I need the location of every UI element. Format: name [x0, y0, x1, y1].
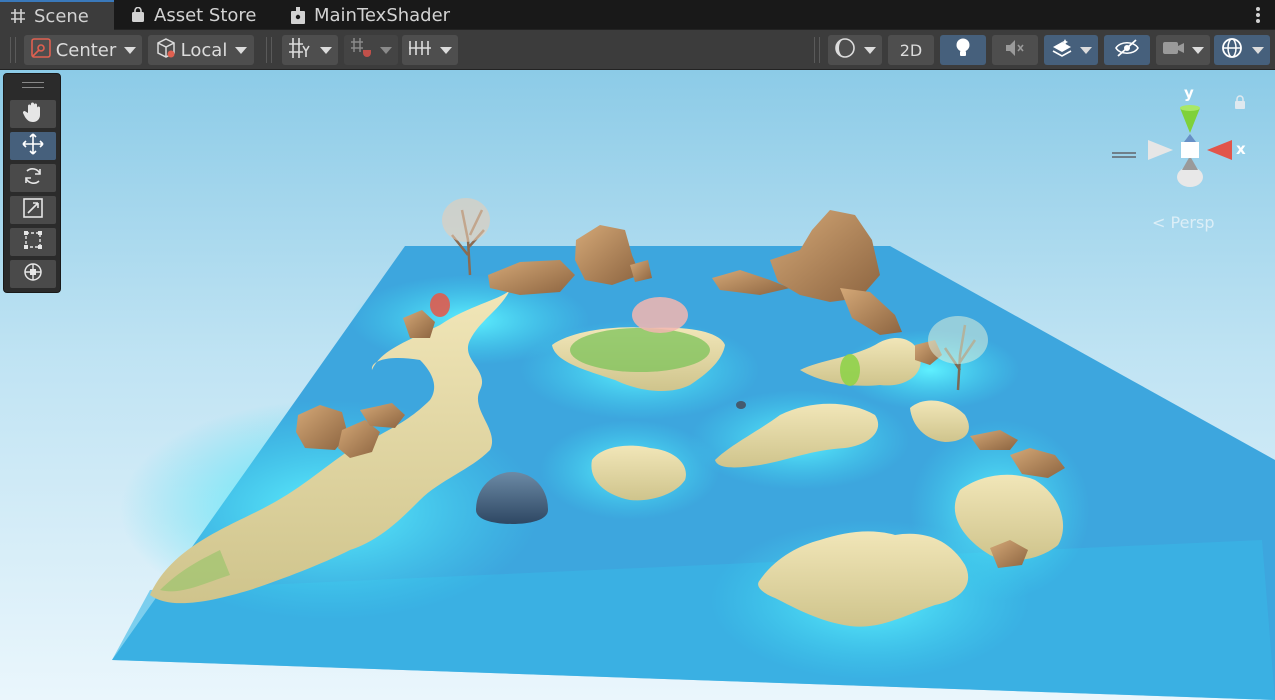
chevron-down-icon: [1192, 46, 1204, 54]
camera-icon: [1162, 38, 1186, 63]
grid-hash-icon: [10, 8, 26, 24]
audio-toggle-button[interactable]: [992, 35, 1038, 65]
toolbar-grip[interactable]: [10, 37, 16, 63]
lock-icon[interactable]: [1234, 94, 1246, 113]
pivot-mode-label: Center: [55, 39, 117, 61]
transform-combined-icon: [21, 260, 45, 288]
axis-x-cone: [1207, 140, 1232, 160]
tab-label: MainTexShader: [314, 4, 451, 26]
increment-snap-button[interactable]: [402, 35, 458, 65]
axis-y-label: y: [1184, 84, 1194, 102]
chevron-down-icon: [124, 46, 137, 54]
chevron-down-icon: [235, 46, 248, 54]
rect-tool-button[interactable]: [10, 228, 56, 256]
projection-label: Persp: [1170, 213, 1215, 232]
shader-graph-icon: [290, 7, 306, 24]
rect-transform-icon: [22, 229, 44, 255]
axis-neg-x-cone: [1148, 140, 1173, 160]
pivot-space-label: Local: [180, 39, 228, 61]
toolbar-grip[interactable]: [814, 37, 820, 63]
gizmo-center-cube: [1181, 142, 1199, 158]
scene-visibility-button[interactable]: [1104, 35, 1150, 65]
toolbar-grip[interactable]: [266, 37, 272, 63]
transform-tool-button[interactable]: [10, 260, 56, 288]
shopping-bag-icon: [130, 6, 146, 23]
scene-render[interactable]: [0, 70, 1275, 700]
pivot-mode-dropdown[interactable]: Center: [24, 35, 142, 65]
effects-dropdown[interactable]: [1044, 35, 1098, 65]
light-bulb-icon: [953, 37, 973, 64]
tree-left-canopy: [442, 198, 490, 242]
audio-mute-icon: [1004, 38, 1026, 63]
tab-scene[interactable]: Scene: [0, 0, 114, 30]
local-cube-icon: [155, 37, 177, 64]
toggle-2d-button[interactable]: 2D: [888, 35, 934, 65]
chevron-down-icon: [1080, 46, 1092, 54]
red-bush: [430, 293, 450, 317]
axis-y-cone: [1180, 108, 1200, 133]
grid-y-icon: [288, 37, 312, 64]
move-arrows-icon: [21, 132, 45, 160]
camera-projection-toggle[interactable]: < Persp: [1152, 213, 1215, 232]
blossom-tree: [632, 297, 688, 333]
pivot-center-icon: [30, 37, 52, 64]
two-d-label: 2D: [899, 40, 923, 60]
window-tab-bar: Scene Asset Store MainTexShader: [0, 0, 1275, 30]
chevron-down-icon: [380, 46, 392, 54]
grid-snapping-button[interactable]: [344, 35, 398, 65]
move-tool-button[interactable]: [10, 132, 56, 160]
effects-layers-icon: [1050, 37, 1074, 64]
chevron-down-icon: [1252, 46, 1264, 54]
small-green-tree: [840, 354, 860, 386]
chevron-left-icon: <: [1152, 213, 1171, 232]
tab-asset-store[interactable]: Asset Store: [120, 0, 280, 30]
tab-label: Scene: [34, 5, 89, 27]
scale-icon: [22, 197, 44, 223]
snap-magnet-icon: [350, 37, 374, 64]
transform-tools-palette: [3, 73, 61, 293]
hand-icon: [22, 101, 44, 127]
scene-toolbar: Center Local 2D: [0, 30, 1275, 70]
tree-right-canopy: [928, 316, 988, 364]
overlay-drag-handle[interactable]: [1112, 152, 1136, 158]
gizmo-globe-icon: [1220, 36, 1244, 65]
more-options-icon[interactable]: [1253, 4, 1263, 26]
scene-viewport[interactable]: [0, 70, 1275, 700]
buoy: [736, 401, 746, 409]
camera-settings-dropdown[interactable]: [1156, 35, 1210, 65]
scale-tool-button[interactable]: [10, 196, 56, 224]
rotate-icon: [22, 165, 44, 191]
gizmos-dropdown[interactable]: [1214, 35, 1270, 65]
lighting-toggle-button[interactable]: [940, 35, 986, 65]
rotate-tool-button[interactable]: [10, 164, 56, 192]
tab-main-tex-shader[interactable]: MainTexShader: [280, 0, 480, 30]
shaded-sphere-icon: [834, 37, 856, 64]
chevron-down-icon: [440, 46, 452, 54]
axis-x-label: x: [1236, 140, 1246, 158]
eye-hidden-icon: [1114, 38, 1140, 63]
chevron-down-icon: [320, 46, 332, 54]
tab-label: Asset Store: [154, 4, 257, 26]
hand-tool-button[interactable]: [10, 100, 56, 128]
snap-increment-icon: [408, 37, 434, 64]
palette-drag-handle[interactable]: [22, 82, 44, 88]
pivot-space-dropdown[interactable]: Local: [148, 35, 254, 65]
vegetation-patch: [570, 328, 710, 372]
grid-visibility-button[interactable]: [282, 35, 338, 65]
chevron-down-icon: [864, 46, 876, 54]
draw-mode-dropdown[interactable]: [828, 35, 882, 65]
